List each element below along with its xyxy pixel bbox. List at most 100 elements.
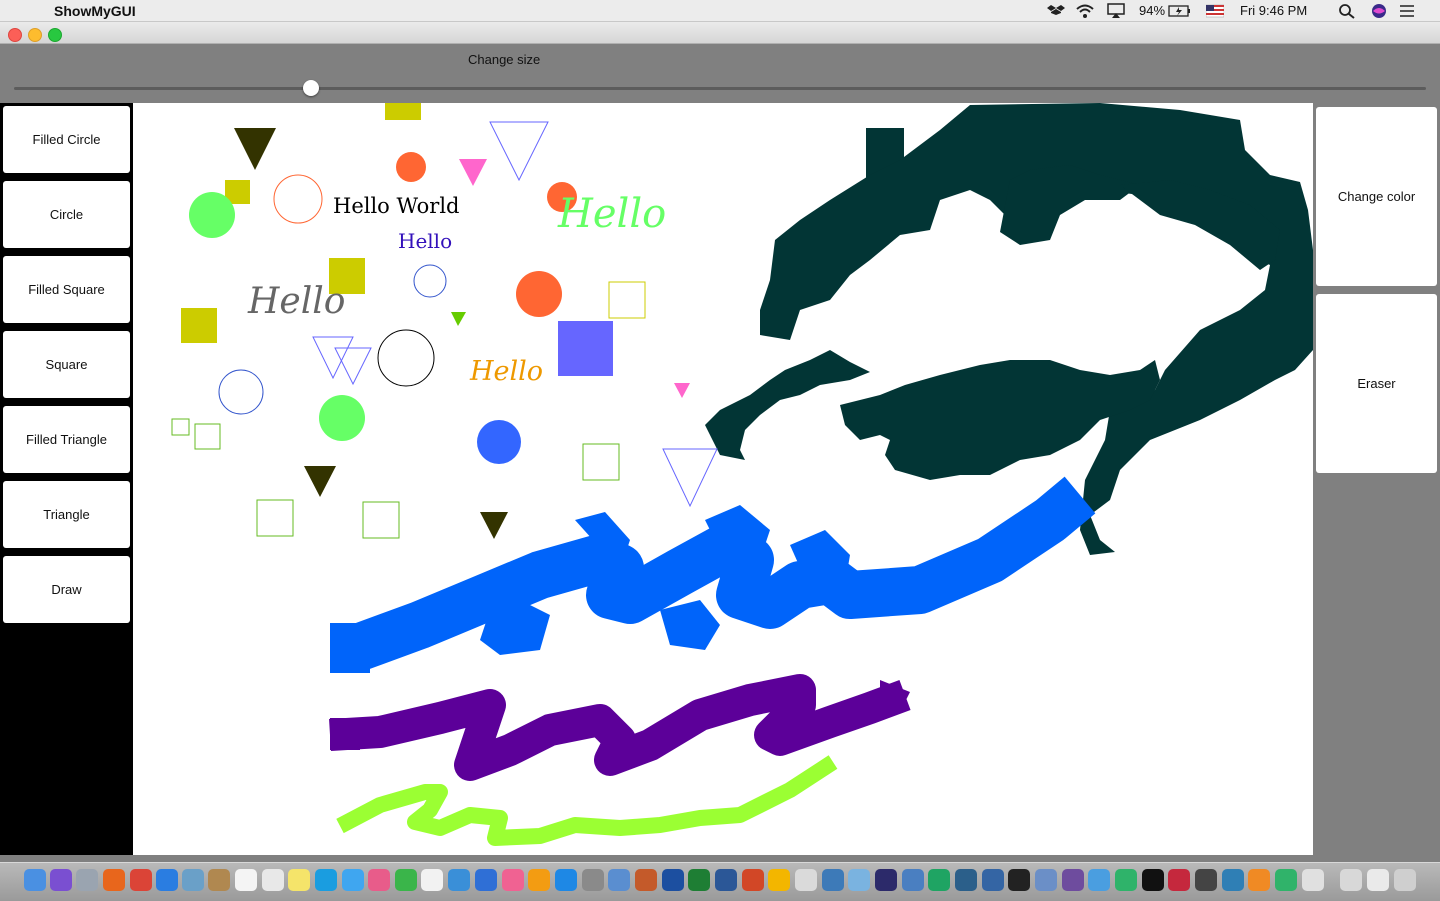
app-menu-name[interactable]: ShowMyGUI [54, 3, 136, 19]
minimize-window-button[interactable] [28, 28, 42, 42]
blue-freehand-stroke [330, 476, 1096, 673]
folder-icon[interactable] [902, 869, 924, 891]
triangle-shape [334, 347, 372, 386]
contacts-icon[interactable] [208, 869, 230, 891]
circle-shape [413, 264, 447, 298]
numbers-icon[interactable] [448, 869, 470, 891]
siri-icon[interactable] [1370, 3, 1388, 19]
us-flag-icon[interactable] [1206, 3, 1224, 19]
pencil-app-icon[interactable] [635, 869, 657, 891]
triangle-button[interactable]: Triangle [3, 481, 130, 548]
change-color-button[interactable]: Change color [1316, 107, 1437, 286]
chrome-icon[interactable] [130, 869, 152, 891]
pycharm-icon[interactable] [955, 869, 977, 891]
hello-blue-text: Hello [398, 229, 452, 253]
square-shape [362, 501, 400, 539]
xcode-icon[interactable] [1088, 869, 1110, 891]
circle-shape [273, 174, 323, 224]
script-editor-icon[interactable] [795, 869, 817, 891]
itunes-icon[interactable] [502, 869, 524, 891]
filled-triangle-shape [234, 128, 276, 170]
filled-triangle-shape [459, 159, 487, 186]
triangle-shape [662, 448, 718, 508]
app-store-icon[interactable] [555, 869, 577, 891]
filled-triangle-button[interactable]: Filled Triangle [3, 406, 130, 473]
circle-shape [218, 369, 264, 415]
ibooks-icon[interactable] [528, 869, 550, 891]
terminal-icon[interactable] [1008, 869, 1030, 891]
drawing-canvas[interactable]: Hello World Hello Hello Hello Hello [133, 103, 1313, 855]
reminders-icon[interactable] [421, 869, 443, 891]
trash-icon[interactable] [1394, 869, 1416, 891]
webstorm-icon[interactable] [1275, 869, 1297, 891]
keynote-icon[interactable] [475, 869, 497, 891]
vlc-icon[interactable] [1248, 869, 1270, 891]
notification-center-icon[interactable] [1398, 3, 1416, 19]
filled-triangle-shape [480, 512, 508, 539]
github-desktop-icon[interactable] [1062, 869, 1084, 891]
documents-stack-icon[interactable] [1340, 869, 1362, 891]
messages-icon[interactable] [342, 869, 364, 891]
size-slider-thumb[interactable] [302, 80, 319, 96]
preview-icon[interactable] [182, 869, 204, 891]
utility-icon[interactable] [608, 869, 630, 891]
zoom-window-button[interactable] [48, 28, 62, 42]
excel-icon[interactable] [688, 869, 710, 891]
lime-freehand-stroke [336, 755, 838, 846]
image-capture-icon[interactable] [848, 869, 870, 891]
dropbox-icon[interactable] [1047, 3, 1065, 19]
filled-square-shape [558, 321, 613, 376]
airplay-icon[interactable] [1107, 3, 1125, 19]
installer-icon[interactable] [1302, 869, 1324, 891]
spotlight-search-icon[interactable] [1338, 3, 1356, 19]
system-preferences-icon[interactable] [582, 869, 604, 891]
mysql-workbench-icon[interactable] [982, 869, 1004, 891]
circle-button[interactable]: Circle [3, 181, 130, 248]
rubymine-icon[interactable] [1168, 869, 1190, 891]
firefox-icon[interactable] [103, 869, 125, 891]
screenshot-icon[interactable] [822, 869, 844, 891]
size-slider-track[interactable] [14, 87, 1426, 90]
photo-booth-icon[interactable] [1195, 869, 1217, 891]
sourcetree-icon[interactable] [928, 869, 950, 891]
siri-dock-icon[interactable] [50, 869, 72, 891]
filled-square-shape [181, 308, 217, 343]
circle-shape [377, 329, 435, 387]
quicktime-icon[interactable] [662, 869, 684, 891]
powerpoint-icon[interactable] [742, 869, 764, 891]
finder-icon[interactable] [24, 869, 46, 891]
outlook-icon[interactable] [768, 869, 790, 891]
draw-button[interactable]: Draw [3, 556, 130, 623]
square-shape [171, 418, 190, 436]
skype-icon[interactable] [315, 869, 337, 891]
filled-square-button[interactable]: Filled Square [3, 256, 130, 323]
intellij-icon[interactable] [1142, 869, 1164, 891]
notes-icon[interactable] [288, 869, 310, 891]
word-icon[interactable] [715, 869, 737, 891]
photos-icon[interactable] [368, 869, 390, 891]
filled-circle-shape [189, 192, 235, 238]
calendar-icon[interactable] [235, 869, 257, 891]
square-shape [608, 281, 646, 319]
virtualbox-icon[interactable] [1035, 869, 1057, 891]
close-window-button[interactable] [8, 28, 22, 42]
android-studio-icon[interactable] [1115, 869, 1137, 891]
downloads-stack-icon[interactable] [1367, 869, 1389, 891]
square-button[interactable]: Square [3, 331, 130, 398]
safari-icon[interactable] [156, 869, 178, 891]
facetime-icon[interactable] [395, 869, 417, 891]
clock[interactable]: Fri 9:46 PM [1240, 3, 1307, 18]
filled-circle-shape [516, 271, 562, 317]
textedit-icon[interactable] [262, 869, 284, 891]
battery-icon[interactable] [1168, 3, 1192, 19]
network-utility-icon[interactable] [1222, 869, 1244, 891]
eclipse-icon[interactable] [875, 869, 897, 891]
eraser-button[interactable]: Eraser [1316, 294, 1437, 473]
launchpad-icon[interactable] [76, 869, 98, 891]
filled-circle-button[interactable]: Filled Circle [3, 106, 130, 173]
wifi-icon[interactable] [1076, 3, 1094, 19]
filled-circle-shape [477, 420, 521, 464]
filled-circle-shape [396, 152, 426, 182]
hello-green-text: Hello [557, 191, 666, 237]
battery-percent: 94% [1139, 3, 1166, 18]
